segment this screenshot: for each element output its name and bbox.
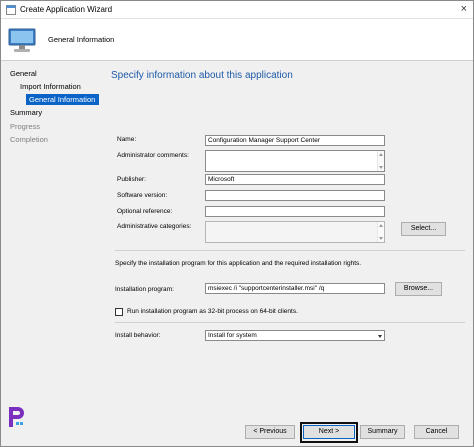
- optional-reference-field[interactable]: [205, 206, 385, 217]
- browse-button[interactable]: Browse...: [395, 282, 442, 296]
- wizard-header: General Information: [1, 19, 473, 61]
- select-categories-button[interactable]: Select...: [401, 222, 446, 236]
- wizard-steps-sidebar: General Import Information General Infor…: [1, 62, 105, 418]
- optional-reference-label: Optional reference:: [117, 208, 173, 215]
- sidebar-item-completion: Completion: [10, 135, 48, 144]
- installation-program-field[interactable]: msiexec /i "supportcenterinstaller.msi" …: [205, 283, 385, 294]
- admin-categories-label: Administrative categories:: [117, 223, 192, 230]
- admin-categories-field[interactable]: [205, 221, 385, 243]
- sidebar-item-summary[interactable]: Summary: [10, 108, 42, 117]
- run-32bit-label: Run installation program as 32-bit proce…: [127, 308, 298, 315]
- next-button-highlight: [300, 422, 358, 443]
- install-instructions-text: Specify the installation program for thi…: [115, 260, 362, 267]
- title-bar: Create Application Wizard ×: [1, 1, 473, 19]
- install-behavior-select[interactable]: Install for system: [205, 330, 385, 341]
- wizard-app-icon: [6, 5, 16, 15]
- sidebar-item-import-information[interactable]: Import Information: [20, 82, 81, 91]
- page-heading: Specify information about this applicati…: [111, 70, 293, 81]
- scroll-down-icon[interactable]: [379, 237, 383, 240]
- chevron-down-icon: [378, 335, 382, 338]
- computer-icon: [8, 28, 36, 52]
- admin-categories-scrollbar[interactable]: [377, 222, 384, 242]
- section-divider: [115, 322, 465, 323]
- summary-button[interactable]: Summary: [360, 425, 405, 439]
- publisher-field[interactable]: Microsoft: [205, 174, 385, 185]
- sidebar-item-general[interactable]: General: [10, 69, 37, 78]
- wizard-content: Specify information about this applicati…: [105, 62, 473, 418]
- install-behavior-value: Install for system: [208, 332, 257, 339]
- sidebar-item-progress: Progress: [10, 122, 41, 131]
- run-32bit-checkbox[interactable]: [115, 308, 123, 316]
- scroll-up-icon[interactable]: [379, 153, 383, 156]
- previous-button[interactable]: < Previous: [245, 425, 295, 439]
- cancel-button[interactable]: Cancel: [414, 425, 459, 439]
- scroll-down-icon[interactable]: [379, 166, 383, 169]
- name-label: Name:: [117, 136, 137, 143]
- section-divider: [115, 250, 465, 251]
- software-version-field[interactable]: [205, 190, 385, 201]
- admin-comments-scrollbar[interactable]: [377, 151, 384, 171]
- publisher-label: Publisher:: [117, 176, 146, 183]
- wizard-window: Create Application Wizard × General Info…: [0, 0, 474, 447]
- brand-p-logo-icon: [9, 407, 24, 427]
- admin-comments-field[interactable]: [205, 150, 385, 172]
- window-title: Create Application Wizard: [20, 5, 113, 14]
- admin-comments-label: Administrator comments:: [117, 152, 189, 159]
- scroll-up-icon[interactable]: [379, 224, 383, 227]
- install-behavior-label: Install behavior:: [115, 332, 161, 339]
- software-version-label: Software version:: [117, 192, 168, 199]
- header-title: General Information: [48, 35, 115, 44]
- installation-program-label: Installation program:: [115, 286, 174, 293]
- name-field[interactable]: Configuration Manager Support Center: [205, 135, 385, 146]
- sidebar-item-general-information[interactable]: General Information: [26, 94, 99, 105]
- close-icon[interactable]: ×: [461, 3, 467, 15]
